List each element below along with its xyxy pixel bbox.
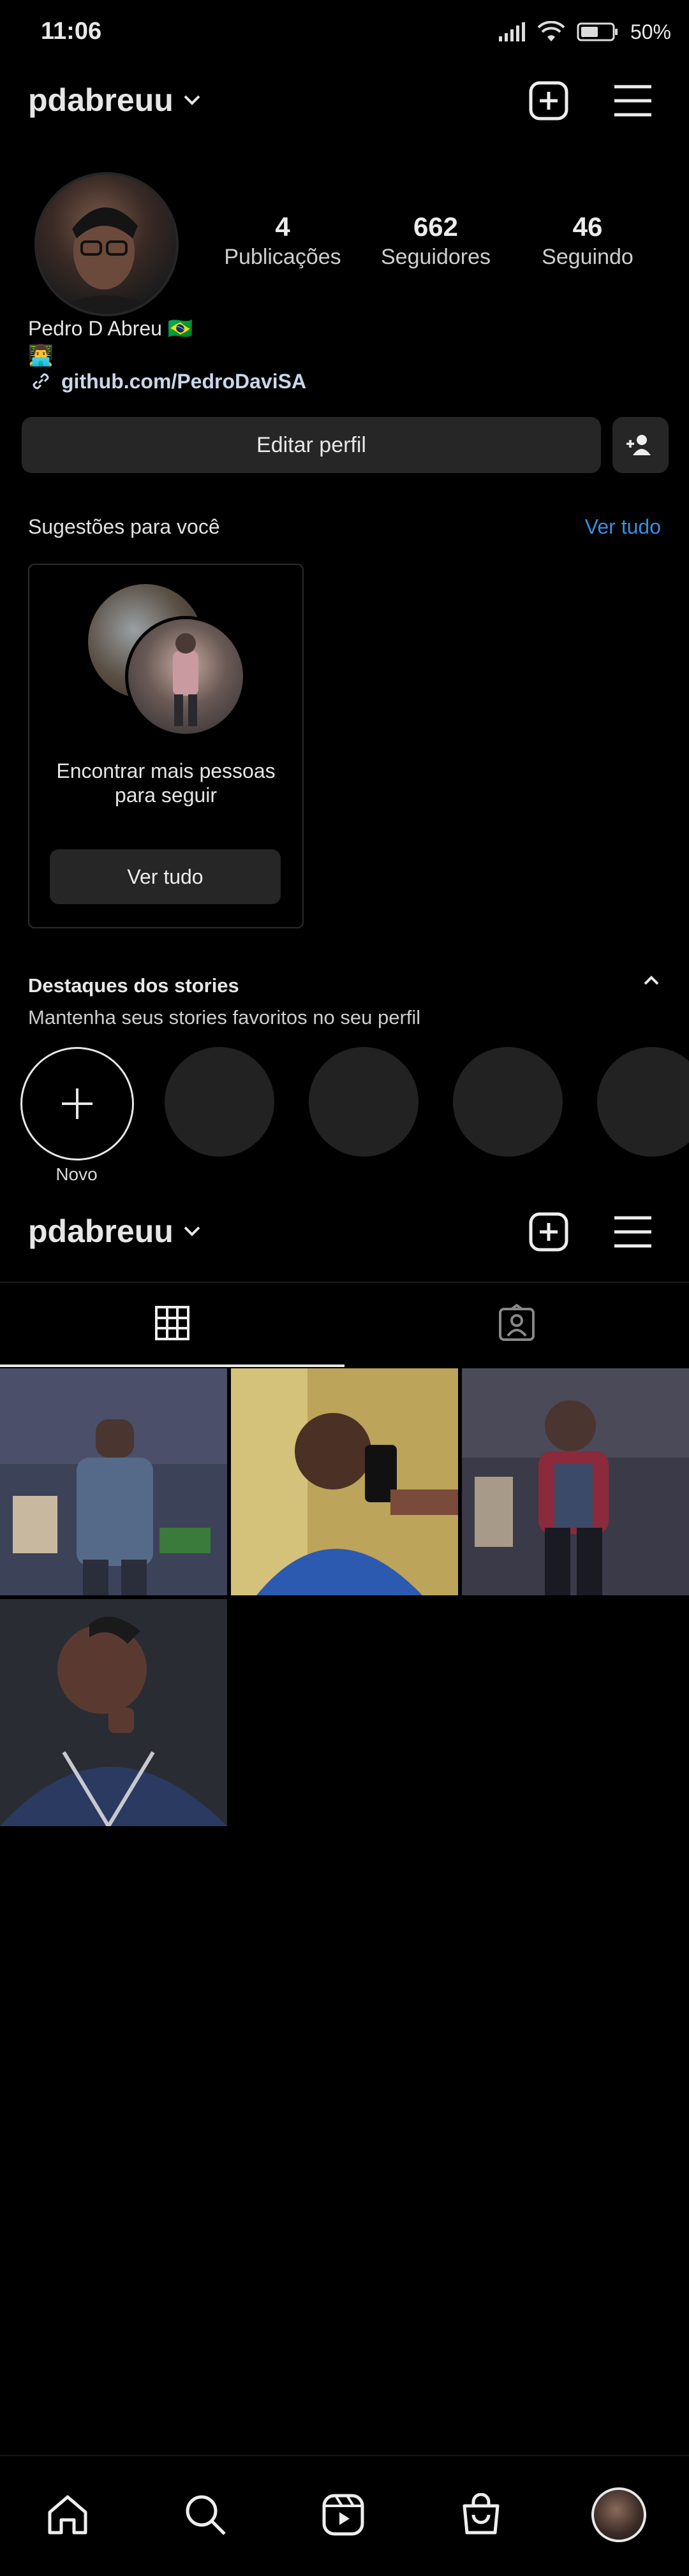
profile-header: pdabreuu (0, 64, 689, 140)
status-time: 11:06 (41, 18, 102, 45)
suggestions-see-all-link[interactable]: Ver tudo (585, 515, 661, 539)
status-icons: 50% (498, 17, 671, 47)
post-photo (0, 1368, 227, 1595)
menu-button[interactable] (610, 78, 656, 124)
highlight-placeholder-clip (597, 1047, 689, 1157)
username-label: pdabreuu (28, 82, 174, 118)
active-tab-indicator (0, 1365, 344, 1367)
suggestion-avatar-photo (173, 633, 198, 726)
sticky-create-button[interactable] (526, 1209, 572, 1255)
stat-following[interactable]: 46 Seguindo (528, 212, 647, 270)
plus-icon (62, 1088, 93, 1119)
bio-link[interactable]: github.com/PedroDaviSA (28, 369, 306, 394)
link-icon (33, 373, 49, 390)
post-thumbnail[interactable] (231, 1368, 458, 1595)
plus-square-icon (529, 1212, 568, 1252)
nav-profile[interactable] (587, 2483, 651, 2547)
tab-grid[interactable] (0, 1283, 344, 1363)
post-photo (462, 1368, 689, 1595)
nav-reels[interactable] (311, 2483, 375, 2547)
sticky-account-switcher[interactable]: pdabreuu (28, 1213, 202, 1250)
sticky-header: pdabreuu (0, 1194, 689, 1279)
stat-followers-label: Seguidores (380, 245, 491, 269)
stat-following-label: Seguindo (542, 245, 633, 269)
stat-posts-label: Publicações (224, 245, 341, 269)
status-bar: 11:06 50% (0, 0, 689, 64)
stat-posts-value: 4 (275, 212, 290, 242)
highlights-collapse-button[interactable] (642, 974, 661, 990)
post-photo (0, 1599, 227, 1826)
stat-following-value: 46 (572, 212, 603, 242)
stat-posts[interactable]: 4 Publicações (223, 212, 342, 270)
highlight-placeholder (453, 1047, 563, 1157)
sticky-menu-button[interactable] (610, 1209, 656, 1255)
battery-icon (577, 22, 618, 41)
home-icon (48, 2495, 87, 2535)
post-thumbnail[interactable] (0, 1368, 227, 1595)
post-thumbnail[interactable] (462, 1368, 689, 1595)
bio-emoji: 👨‍💻 (28, 344, 54, 367)
stat-followers-value: 662 (413, 212, 459, 242)
signal-icon (498, 22, 525, 41)
suggestion-card-text: Encontrar mais pessoas para seguir (56, 759, 276, 807)
chevron-down-icon (184, 95, 200, 105)
edit-profile-button[interactable]: Editar perfil (22, 417, 601, 473)
menu-icon (614, 1216, 651, 1248)
avatar-photo (50, 207, 165, 314)
highlight-placeholder (309, 1047, 419, 1157)
suggestions-title: Sugestões para você (28, 515, 220, 538)
reels-icon (322, 2494, 364, 2536)
account-switcher[interactable]: pdabreuu (28, 82, 202, 119)
profile-tabs (0, 1282, 689, 1367)
profile-avatar[interactable] (34, 172, 179, 316)
post-photo (231, 1368, 458, 1595)
stat-followers[interactable]: 662 Seguidores (376, 212, 495, 270)
battery-percent: 50% (630, 20, 671, 43)
add-user-icon (626, 435, 651, 455)
profile-avatar-small (591, 2487, 646, 2542)
new-highlight-button[interactable] (20, 1047, 134, 1160)
discover-people-button[interactable] (612, 417, 669, 473)
search-icon (186, 2495, 226, 2535)
post-thumbnail[interactable] (0, 1599, 227, 1826)
tab-tagged[interactable] (344, 1283, 689, 1363)
edit-profile-label: Editar perfil (256, 432, 366, 457)
menu-icon (614, 85, 651, 117)
highlights-subtitle: Mantenha seus stories favoritos no seu p… (28, 1006, 421, 1028)
suggestion-avatar-2 (125, 616, 246, 737)
sticky-username-label: pdabreuu (28, 1213, 174, 1249)
chevron-down-icon (184, 1226, 200, 1236)
plus-square-icon (529, 81, 568, 121)
wifi-icon (537, 21, 565, 41)
profile-name: Pedro D Abreu 🇧🇷 (28, 317, 193, 340)
shop-icon (463, 2493, 500, 2535)
highlight-placeholder (165, 1047, 274, 1157)
nav-search[interactable] (174, 2483, 237, 2547)
chevron-up-icon (644, 976, 659, 985)
grid-icon (155, 1306, 189, 1340)
bio-link-text: github.com/PedroDaviSA (61, 369, 307, 393)
new-highlight-label: Novo (56, 1164, 98, 1184)
highlights-title: Destaques dos stories (28, 974, 239, 997)
nav-shop[interactable] (449, 2483, 513, 2547)
nav-home[interactable] (36, 2483, 100, 2547)
suggestion-card-button-label: Ver tudo (127, 865, 204, 888)
suggestion-card-button[interactable]: Ver tudo (50, 849, 281, 904)
highlight-placeholder (597, 1047, 689, 1157)
bottom-navigation (0, 2455, 689, 2576)
tagged-icon (499, 1304, 535, 1341)
create-button[interactable] (526, 78, 572, 124)
suggestion-card: Encontrar mais pessoas para seguir Ver t… (28, 564, 304, 928)
